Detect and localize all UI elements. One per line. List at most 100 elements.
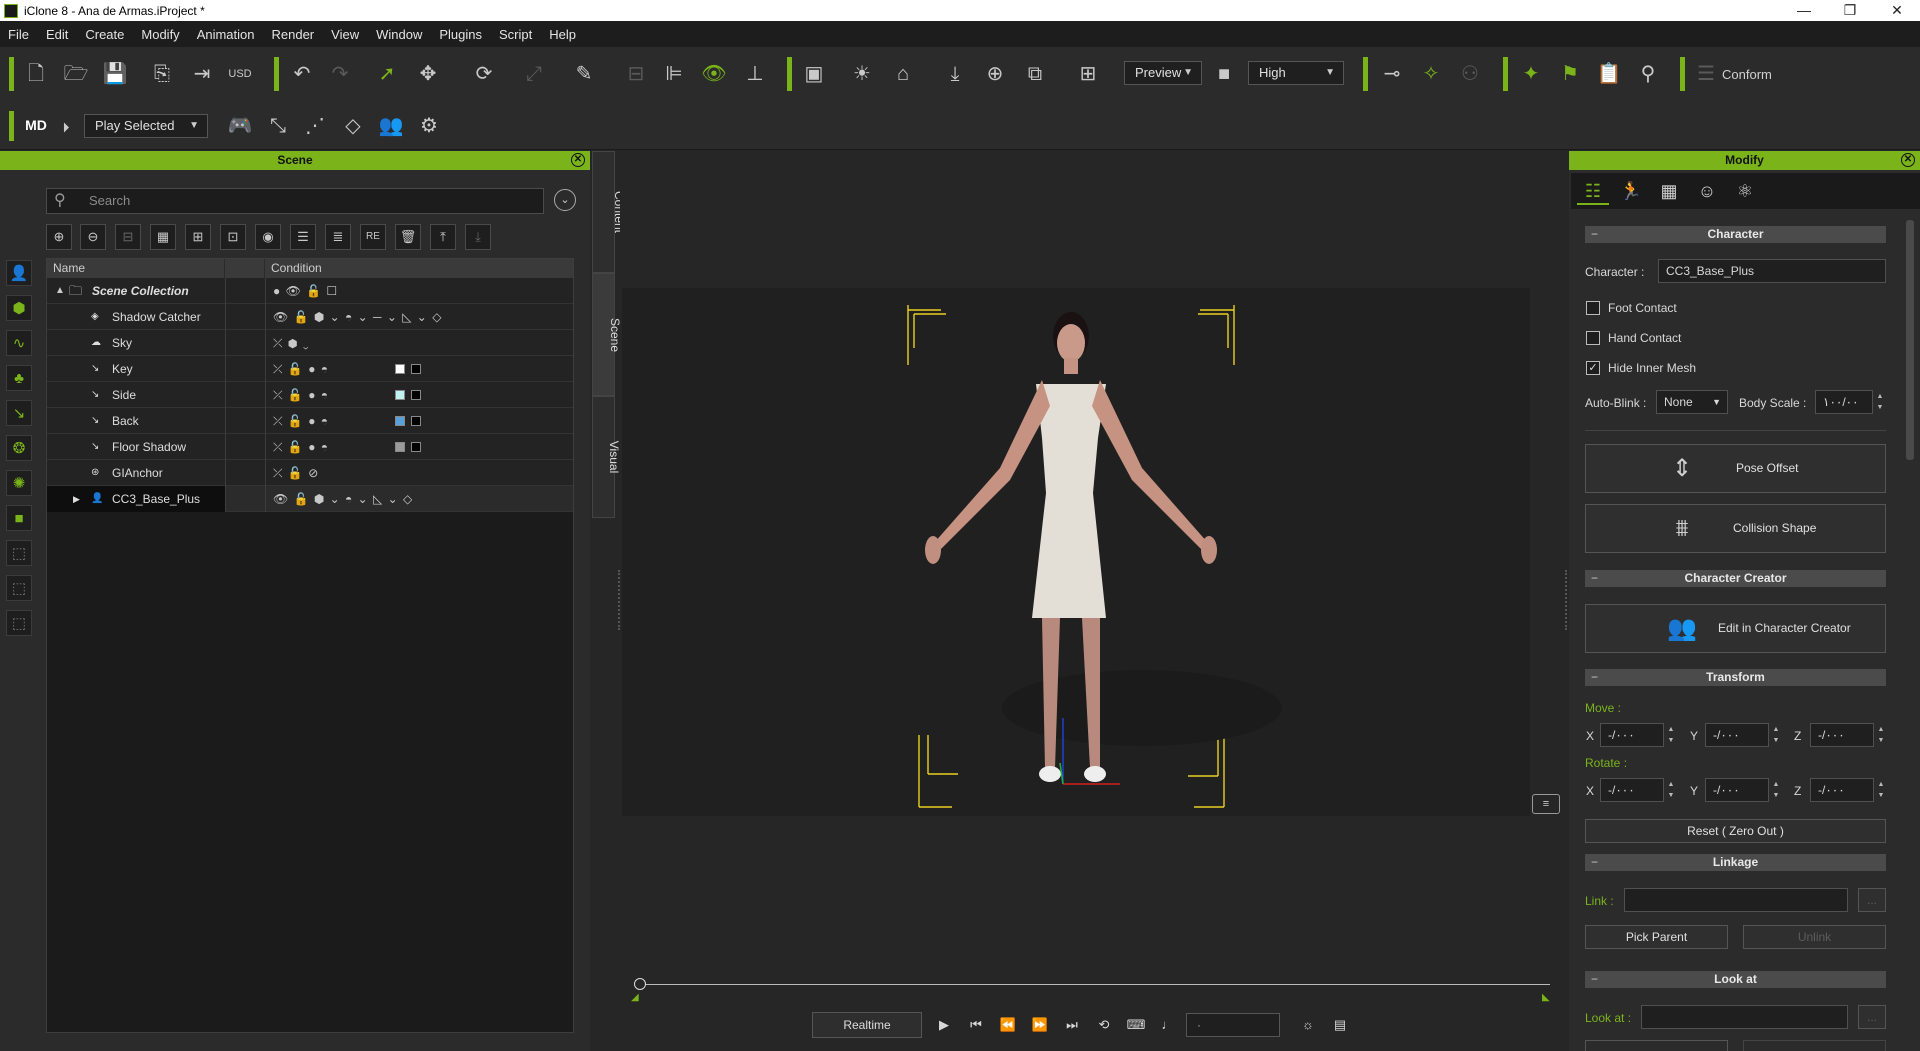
next-frame-icon[interactable]: ⏩	[1026, 1013, 1054, 1037]
zoom-extent-icon[interactable]: ⊞	[1074, 60, 1102, 88]
rotate-z-field[interactable]: -/٠٠٠	[1810, 778, 1874, 802]
filter-dropdown-button[interactable]: ⌄	[554, 189, 576, 211]
collapse-all-icon[interactable]: ⊞	[185, 224, 211, 250]
menu-window[interactable]: Window	[376, 27, 422, 42]
character-section-header[interactable]: − Character	[1585, 226, 1886, 243]
look-at-pick-button[interactable]	[1585, 1040, 1728, 1051]
menu-file[interactable]: File	[8, 27, 29, 42]
open-file-icon[interactable]: 🗁	[62, 60, 90, 88]
search-input[interactable]: Search	[46, 188, 544, 214]
sun-settings-icon[interactable]: ☼	[1294, 1013, 1322, 1037]
undo-icon[interactable]: ↶	[288, 60, 316, 88]
export-icon[interactable]: ⇥	[188, 60, 216, 88]
reach-target-icon[interactable]: ✧	[1417, 60, 1445, 88]
select-all-icon[interactable]: ⬚	[6, 610, 32, 636]
select-arrow-icon[interactable]: ➚	[373, 60, 401, 88]
rename-icon[interactable]: RE	[360, 224, 386, 250]
render-mode-dropdown[interactable]: Preview ▼	[1124, 61, 1202, 85]
tab-content[interactable]: Content	[592, 151, 626, 273]
align-icon[interactable]: ⊫	[660, 60, 688, 88]
timeline-toggle-icon[interactable]: ▤	[1326, 1013, 1354, 1037]
pose-offset-button[interactable]: ⇕ Pose Offset	[1585, 444, 1886, 493]
motion-director-icon[interactable]: MD	[22, 111, 50, 139]
render-view[interactable]	[622, 288, 1530, 816]
close-window-button[interactable]: ✕	[1874, 0, 1920, 21]
condition-icons[interactable]: ⤫ 🔓 ● ◓	[273, 408, 329, 434]
import-icon[interactable]: ⎘	[148, 60, 176, 88]
move-x-field[interactable]: -/٠٠٠	[1600, 723, 1664, 747]
condition-icons[interactable]: ⤫ 🔓 ● ◓	[273, 382, 329, 408]
link-browse-button[interactable]: ...	[1858, 888, 1886, 912]
shadow-color-swatch[interactable]	[411, 364, 421, 374]
settings-doc-icon[interactable]: ⚙	[415, 112, 443, 140]
expand-arrow-icon[interactable]: ▶	[73, 486, 80, 512]
condition-icons[interactable]: ● 👁 🔓 ☐	[273, 278, 338, 304]
expand-all-icon[interactable]: ▦	[150, 224, 176, 250]
menu-script[interactable]: Script	[499, 27, 532, 42]
move-down-icon[interactable]: ⤓	[465, 224, 491, 250]
avatar-filter-icon[interactable]: 👤	[6, 260, 32, 286]
conform-icon[interactable]: ☰	[1692, 60, 1720, 88]
add-collection-icon[interactable]: ⊕	[46, 224, 72, 250]
transform-section-header[interactable]: − Transform	[1585, 669, 1886, 686]
flag-icon[interactable]: ⚑	[1556, 60, 1584, 88]
name-column-header[interactable]: Name	[47, 259, 225, 278]
minimize-button[interactable]: —	[1781, 0, 1827, 21]
motion-path-icon[interactable]: ⊸	[1378, 60, 1406, 88]
rotate-x-field[interactable]: -/٠٠٠	[1600, 778, 1664, 802]
menu-help[interactable]: Help	[549, 27, 576, 42]
splitter-handle[interactable]	[1565, 570, 1567, 630]
realtime-button[interactable]: Realtime	[812, 1012, 922, 1038]
rotate-z-spinner[interactable]: ▲ ▼	[1876, 779, 1886, 801]
look-at-field[interactable]	[1641, 1005, 1848, 1029]
shadow-color-swatch[interactable]	[411, 442, 421, 452]
character-creator-section-header[interactable]: − Character Creator	[1585, 570, 1886, 587]
collapse-arrow-icon[interactable]: ▲	[55, 278, 65, 304]
home-icon[interactable]: ⌂	[889, 60, 917, 88]
play-icon[interactable]: ▶	[930, 1013, 958, 1037]
light-color-swatch[interactable]	[395, 364, 405, 374]
character-name-field[interactable]: CC3_Base_Plus	[1658, 259, 1886, 283]
visibility-eye-icon[interactable]: 👁	[700, 60, 728, 88]
move-z-spinner[interactable]: ▲ ▼	[1876, 724, 1886, 746]
conform-label[interactable]: Conform	[1722, 67, 1772, 82]
fit-down-icon[interactable]: ⤓	[941, 60, 969, 88]
linkage-section-header[interactable]: − Linkage	[1585, 854, 1886, 871]
audio-note-icon[interactable]: ♩	[1154, 1013, 1182, 1037]
effect-filter-icon[interactable]: ✺	[6, 470, 32, 496]
menu-edit[interactable]: Edit	[46, 27, 68, 42]
tree-row-key[interactable]: ↘ Key ⤫ 🔓 ● ◓	[47, 356, 573, 382]
light-color-swatch[interactable]	[395, 390, 405, 400]
range-end-marker[interactable]: ◣	[1542, 992, 1550, 1003]
condition-icons[interactable]: 👁 🔓 ⬢ ⌄ ◓ ⌄ ◺ ⌄ ◇	[273, 486, 413, 512]
loop-icon[interactable]: ⟲	[1090, 1013, 1118, 1037]
drop-to-floor-icon[interactable]: ⊥	[741, 60, 769, 88]
menu-modify[interactable]: Modify	[141, 27, 179, 42]
crowd-icon[interactable]: ⚇	[1456, 60, 1484, 88]
prop-filter-icon[interactable]: ⬢	[6, 295, 32, 321]
tree-row-side[interactable]: ↘ Side ⤫ 🔓 ● ◓	[47, 382, 573, 408]
timeline-track[interactable]	[640, 984, 1550, 985]
move-z-field[interactable]: -/٠٠٠	[1810, 723, 1874, 747]
condition-icons[interactable]: ⤫ ⬢ ⌄	[273, 330, 310, 356]
timeline-playhead[interactable]	[634, 978, 646, 990]
splitter-handle[interactable]	[618, 570, 620, 630]
layout-icon[interactable]: ▣	[800, 60, 828, 88]
move-x-spinner[interactable]: ▲ ▼	[1666, 724, 1676, 746]
rotate-icon[interactable]: ⟳	[470, 60, 498, 88]
condition-icons[interactable]: ⤫ 🔓 ⊘	[273, 460, 319, 486]
particle-filter-icon[interactable]: ❂	[6, 435, 32, 461]
tree-row-cc3-base-plus[interactable]: ▶ 👤 CC3_Base_Plus 👁 🔓 ⬢ ⌄ ◓ ⌄ ◺ ⌄ ◇	[47, 486, 573, 512]
light-icon[interactable]: ☀	[848, 60, 876, 88]
tree-row-gianchor[interactable]: ⊛ GIAnchor ⤫ 🔓 ⊘	[47, 460, 573, 486]
quality-dropdown[interactable]: High ▼	[1248, 61, 1344, 85]
path-icon[interactable]: ⤡	[264, 112, 292, 140]
menu-render[interactable]: Render	[272, 27, 315, 42]
hand-contact-checkbox[interactable]	[1586, 331, 1600, 345]
align-disabled-icon[interactable]: ⊟	[622, 60, 650, 88]
edit-in-character-creator-button[interactable]: 👥 Edit in Character Creator	[1585, 604, 1886, 653]
shadow-color-swatch[interactable]	[411, 416, 421, 426]
video-camera-icon[interactable]: ■	[1210, 60, 1238, 88]
tab-face-icon[interactable]: ☺	[1691, 177, 1723, 205]
auto-blink-dropdown[interactable]: None ▼	[1656, 390, 1728, 414]
